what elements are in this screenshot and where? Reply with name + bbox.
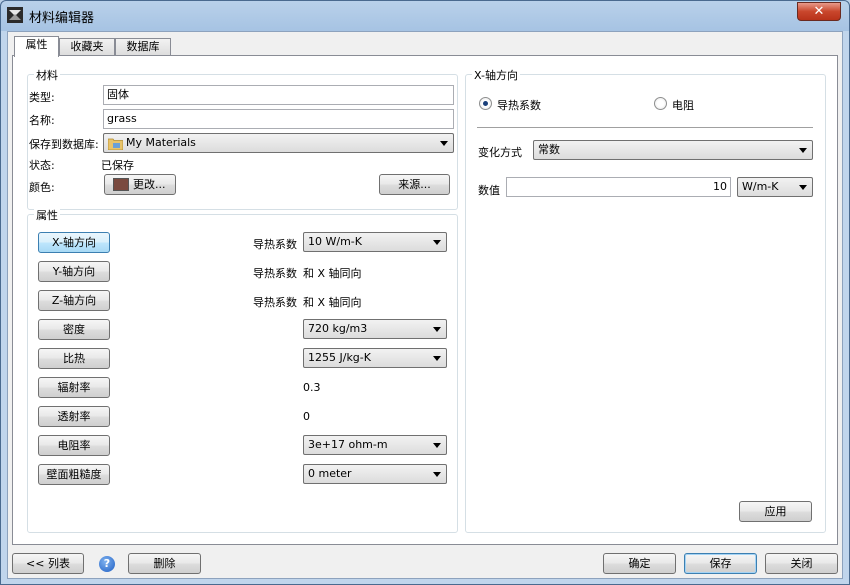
property-button[interactable]: 壁面粗糙度 [38, 464, 110, 485]
property-value: 和 X 轴同向 [303, 296, 362, 309]
unit-value: W/m-K [742, 180, 779, 193]
apply-button[interactable]: 应用 [739, 501, 812, 522]
conductivity-radio[interactable] [479, 97, 492, 110]
chevron-down-icon [433, 240, 441, 245]
property-button[interactable]: 辐射率 [38, 377, 110, 398]
color-swatch [113, 178, 129, 191]
unit-select[interactable]: W/m-K [737, 177, 813, 197]
property-value-select[interactable]: 0 meter [303, 464, 447, 484]
property-value: 0 [303, 410, 310, 423]
change-color-label: 更改... [133, 178, 166, 191]
divider [477, 127, 813, 128]
chevron-down-icon [440, 141, 448, 146]
property-value-select[interactable]: 1255 J/kg-K [303, 348, 447, 368]
property-value-select[interactable]: 10 W/m-K [303, 232, 447, 252]
property-button[interactable]: Z-轴方向 [38, 290, 110, 311]
close-button[interactable]: 关闭 [765, 553, 838, 574]
value-label: 数值 [478, 184, 500, 197]
chevron-down-icon [799, 185, 807, 190]
delete-button[interactable]: 删除 [128, 553, 201, 574]
save-button[interactable]: 保存 [684, 553, 757, 574]
chevron-down-icon [799, 148, 807, 153]
tab-properties[interactable]: 属性 [14, 36, 59, 57]
variation-select[interactable]: 常数 [533, 140, 813, 160]
property-value: 1255 J/kg-K [308, 351, 371, 364]
status-label: 状态: [29, 159, 55, 172]
resistance-radio[interactable] [654, 97, 667, 110]
property-button[interactable]: 电阻率 [38, 435, 110, 456]
save-to-database-select[interactable]: My Materials [103, 133, 454, 153]
property-button[interactable]: 比热 [38, 348, 110, 369]
property-value: 0 meter [308, 467, 352, 480]
x-axis-group-label: X-轴方向 [472, 67, 520, 83]
chevron-down-icon [433, 443, 441, 448]
property-value: 720 kg/m3 [308, 322, 368, 335]
material-editor-window: 材料编辑器 ✕ 属性 收藏夹 数据库 材料 类型: 固体 名称: grass 保… [0, 0, 850, 585]
property-button[interactable]: Y-轴方向 [38, 261, 110, 282]
name-label: 名称: [29, 114, 55, 127]
variation-value: 常数 [538, 143, 560, 156]
type-field[interactable]: 固体 [103, 85, 454, 105]
property-label: 导热系数 [253, 267, 297, 280]
variation-label: 变化方式 [478, 146, 522, 159]
type-label: 类型: [29, 91, 55, 104]
property-value-select[interactable]: 3e+17 ohm-m [303, 435, 447, 455]
chevron-down-icon [433, 472, 441, 477]
property-value: 10 W/m-K [308, 235, 362, 248]
save-to-database-label: 保存到数据库: [29, 138, 99, 151]
color-label: 颜色: [29, 181, 55, 194]
status-value: 已保存 [101, 159, 134, 172]
chevron-down-icon [433, 356, 441, 361]
window-title: 材料编辑器 [29, 11, 95, 26]
property-label: 导热系数 [253, 238, 297, 251]
property-button[interactable]: X-轴方向 [38, 232, 110, 253]
app-icon [7, 7, 23, 23]
save-to-database-value: My Materials [126, 136, 196, 149]
tab-database[interactable]: 数据库 [115, 38, 171, 56]
property-value: 3e+17 ohm-m [308, 438, 388, 451]
properties-group-label: 属性 [34, 207, 60, 223]
folder-icon [108, 138, 123, 150]
property-value: 0.3 [303, 381, 321, 394]
chevron-down-icon [433, 327, 441, 332]
property-button[interactable]: 密度 [38, 319, 110, 340]
property-button[interactable]: 透射率 [38, 406, 110, 427]
property-value-select[interactable]: 720 kg/m3 [303, 319, 447, 339]
name-field[interactable]: grass [103, 109, 454, 129]
property-value: 和 X 轴同向 [303, 267, 362, 280]
title-bar[interactable]: 材料编辑器 ✕ [1, 1, 849, 29]
help-icon[interactable]: ? [99, 556, 115, 572]
source-button[interactable]: 来源... [379, 174, 450, 195]
material-group-label: 材料 [34, 67, 60, 83]
value-field[interactable]: 10 [506, 177, 731, 197]
properties-tab-pane: 材料 类型: 固体 名称: grass 保存到数据库: My Materials… [12, 55, 838, 545]
ok-button[interactable]: 确定 [603, 553, 676, 574]
resistance-radio-label: 电阻 [672, 99, 694, 112]
list-button[interactable]: << 列表 [12, 553, 84, 574]
property-label: 导热系数 [253, 296, 297, 309]
change-color-button[interactable]: 更改... [104, 174, 176, 195]
conductivity-radio-label: 导热系数 [497, 99, 541, 112]
client-area: 属性 收藏夹 数据库 材料 类型: 固体 名称: grass 保存到数据库: M… [7, 31, 843, 579]
tab-favorites[interactable]: 收藏夹 [59, 38, 115, 56]
close-window-button[interactable]: ✕ [797, 2, 841, 21]
